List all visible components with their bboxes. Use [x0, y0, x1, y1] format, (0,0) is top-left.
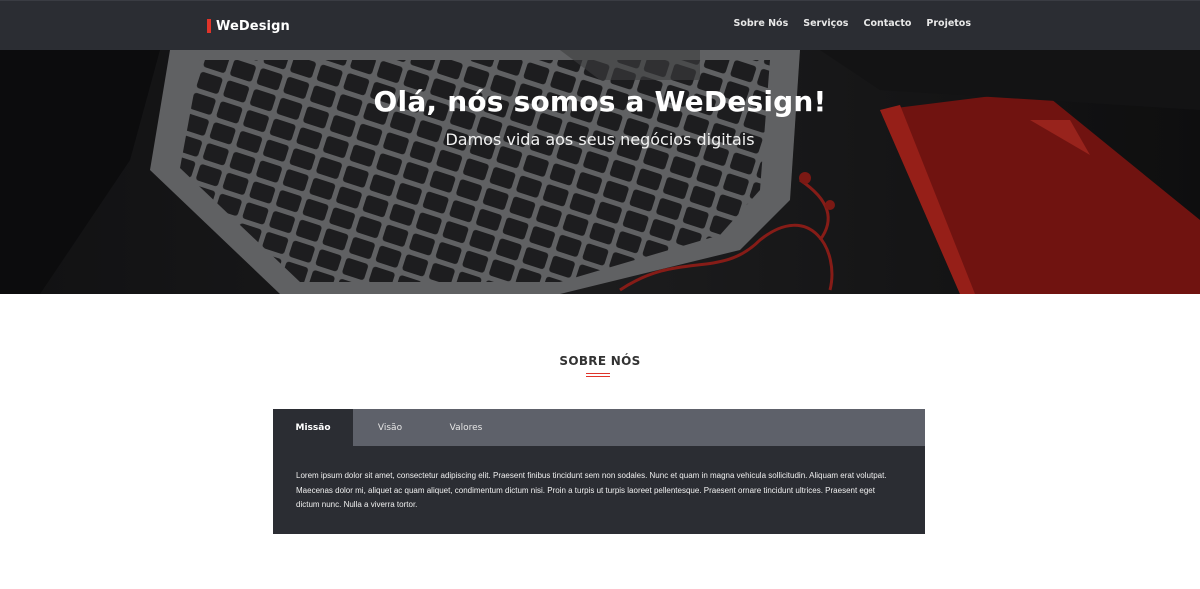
tab-bar: Missão Visão Valores [273, 409, 925, 446]
top-navbar: WeDesign Sobre Nós Serviços Contacto Pro… [0, 0, 1200, 50]
section-title-underline [586, 373, 610, 377]
nav-links: Sobre Nós Serviços Contacto Projetos [733, 18, 971, 29]
tab-visao[interactable]: Visão [353, 409, 427, 446]
hero-subtitle: Damos vida aos seus negócios digitais [445, 130, 755, 149]
hero-banner: Olá, nós somos a WeDesign! Damos vida ao… [0, 50, 1200, 294]
nav-link-contacto[interactable]: Contacto [863, 18, 911, 29]
nav-link-servicos[interactable]: Serviços [803, 18, 848, 29]
brand-logo[interactable]: WeDesign [207, 17, 290, 35]
nav-link-sobre-nos[interactable]: Sobre Nós [733, 18, 788, 29]
about-tabs-panel: Missão Visão Valores Lorem ipsum dolor s… [273, 409, 925, 534]
nav-link-projetos[interactable]: Projetos [926, 18, 971, 29]
tab-content-text: Lorem ipsum dolor sit amet, consectetur … [296, 471, 887, 509]
brand-mark-icon [207, 19, 211, 33]
section-title-sobre-nos: SOBRE NÓS [559, 354, 641, 368]
brand-name: WeDesign [216, 18, 290, 34]
tab-missao[interactable]: Missão [273, 409, 353, 446]
tab-valores[interactable]: Valores [427, 409, 505, 446]
hero-title: Olá, nós somos a WeDesign! [373, 85, 827, 118]
